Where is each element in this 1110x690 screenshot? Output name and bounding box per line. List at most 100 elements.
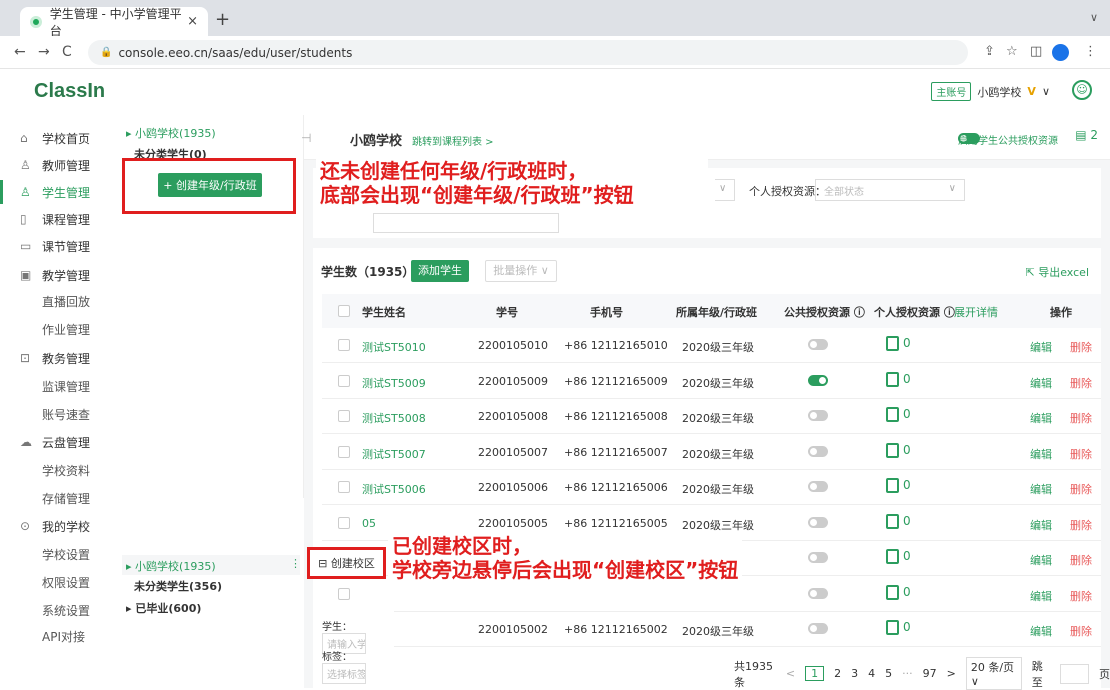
private-resource-count[interactable]: 0 [886,584,911,600]
sidebar-item-courses[interactable]: ▯ 课程管理 [20,208,90,230]
back-icon[interactable]: ← [14,44,26,60]
sidebar-item-myschool[interactable]: ⊙ 我的学校 [20,515,90,537]
delete-button[interactable]: 删除 [1070,588,1092,604]
sidebar-item-lessons[interactable]: ▭ 课节管理 [20,235,90,257]
create-campus-button[interactable]: ⊟ 创建校区 [307,547,386,579]
public-resource-switch[interactable] [808,587,828,599]
classin-logo[interactable]: ClassIn [34,80,105,103]
edit-button[interactable]: 编辑 [1030,623,1052,639]
tree-node-graduated[interactable]: ▸ 已毕业(600) [126,600,201,616]
tree-node-uncategorized[interactable]: 未分类学生(356) [134,578,222,594]
reload-icon[interactable]: C [62,44,72,60]
sidebar-item-cloud[interactable]: ☁ 云盘管理 [20,431,90,453]
edit-button[interactable]: 编辑 [1030,446,1052,462]
delete-button[interactable]: 删除 [1070,339,1092,355]
select-all-checkbox[interactable] [338,305,350,317]
edit-button[interactable]: 编辑 [1030,375,1052,391]
private-resource-count[interactable]: 0 [886,442,911,458]
page-97[interactable]: 97 [923,667,937,680]
private-resource-count[interactable]: 0 [886,407,911,422]
tree-node-school[interactable]: ▸ 小鸥学校(1935) [126,125,216,141]
student-name-link[interactable]: 测试ST5008 [362,410,426,426]
student-name-link[interactable]: 测试ST5007 [362,446,426,462]
student-name-link[interactable]: 测试ST5006 [362,481,426,497]
browser-menu-icon[interactable]: ⋮ [1084,44,1097,59]
page-2[interactable]: 2 [834,667,841,680]
add-student-button[interactable]: 添加学生 [411,260,469,282]
row-checkbox[interactable] [338,339,350,351]
filter-select-arrow[interactable]: ∨ [715,179,735,201]
student-name-link[interactable]: 05 [362,517,376,530]
public-resource-switch[interactable] [808,552,828,563]
sidepanel-icon[interactable]: ◫ [1030,44,1042,59]
private-resource-count[interactable]: 0 [886,336,911,351]
row-checkbox[interactable] [338,516,350,529]
page-4[interactable]: 4 [868,667,875,680]
forward-icon[interactable]: → [38,44,50,60]
edit-button[interactable]: 编辑 [1030,552,1052,568]
page-size-select[interactable]: 20 条/页 ∨ [965,657,1022,690]
row-checkbox[interactable] [338,410,350,422]
more-options-icon[interactable]: ⋮ [290,557,301,570]
private-resource-count[interactable]: 0 [886,549,911,564]
public-resource-switch[interactable] [808,481,828,492]
url-bar[interactable]: 🔒 console.eeo.cn/saas/edu/user/students [88,40,968,65]
sidebar-item-teachers[interactable]: ♙ 教师管理 [20,154,90,176]
jump-page-input[interactable] [1060,663,1089,684]
edit-button[interactable]: 编辑 [1030,517,1052,533]
public-resource-switch[interactable] [808,339,828,350]
sidebar-item-teaching[interactable]: ▣ 教学管理 [20,264,90,286]
profile-avatar-icon[interactable] [1052,44,1069,61]
sidebar-item-school-settings[interactable]: 学校设置 [42,546,90,563]
page-ellipsis[interactable]: ··· [902,667,913,680]
row-checkbox[interactable] [338,587,350,600]
delete-button[interactable]: 删除 [1070,446,1092,462]
edit-button[interactable]: 编辑 [1030,481,1052,497]
delete-button[interactable]: 删除 [1070,481,1092,497]
tree-node-school[interactable]: ▸ 小鸥学校(1935) [126,558,216,574]
user-avatar-icon[interactable]: ☺ [1072,80,1092,100]
sidebar-item-monitor[interactable]: 监课管理 [42,378,90,395]
delete-button[interactable]: 删除 [1070,552,1092,568]
sidebar-item-materials[interactable]: 学校资料 [42,462,90,479]
bookmark-star-icon[interactable]: ☆ [1006,44,1018,59]
private-resource-select[interactable]: 全部状态 ∨ [815,179,965,201]
sidebar-item-affairs[interactable]: ⊡ 教务管理 [20,347,90,369]
filter-input[interactable] [373,213,559,233]
sidebar-item-replay[interactable]: 直播回放 [42,293,90,310]
row-checkbox[interactable] [338,481,350,493]
sidebar-item-api[interactable]: API对接 [42,628,85,645]
next-page-icon[interactable]: > [947,667,956,680]
page-5[interactable]: 5 [885,667,892,680]
collapse-icon[interactable]: ⊣ [301,131,311,145]
delete-button[interactable]: 删除 [1070,623,1092,639]
public-resource-switch[interactable] [808,374,828,386]
delete-button[interactable]: 删除 [1070,410,1092,426]
private-resource-count[interactable]: 0 [886,478,911,493]
tab-search-icon[interactable]: ∨ [1090,11,1098,24]
account-switcher[interactable]: 主账号 小鸥学校 V ∨ [931,82,1050,101]
sidebar-item-home[interactable]: ⌂ 学校首页 [20,127,90,149]
expand-details-link[interactable]: 展开详情 [954,304,998,320]
edit-button[interactable]: 编辑 [1030,339,1052,355]
row-checkbox[interactable] [338,374,350,387]
row-checkbox[interactable] [338,445,350,458]
sidebar-item-students[interactable]: ♙ 学生管理 [20,181,90,203]
export-excel-link[interactable]: ⇱ 导出excel [1026,264,1089,280]
tag-select[interactable]: 选择标签 [322,663,366,684]
share-icon[interactable]: ⇪ [984,44,995,59]
sidebar-item-homework[interactable]: 作业管理 [42,321,90,338]
private-resource-count[interactable]: 0 [886,371,911,387]
sidebar-item-permissions[interactable]: 权限设置 [42,574,90,591]
private-resource-count[interactable]: 0 [886,620,911,635]
public-resource-switch[interactable] [808,623,828,634]
new-tab-button[interactable]: + [215,9,230,30]
delete-button[interactable]: 删除 [1070,517,1092,533]
student-name-link[interactable]: 测试ST5009 [362,375,426,391]
jump-to-courses-link[interactable]: 跳转到课程列表 > [412,133,494,148]
public-resource-switch[interactable] [808,516,828,528]
sidebar-item-storage[interactable]: 存储管理 [42,490,90,507]
private-resource-count[interactable]: 0 [886,513,911,529]
resource-count[interactable]: ▤ 2 [1075,128,1098,142]
delete-button[interactable]: 删除 [1070,375,1092,391]
